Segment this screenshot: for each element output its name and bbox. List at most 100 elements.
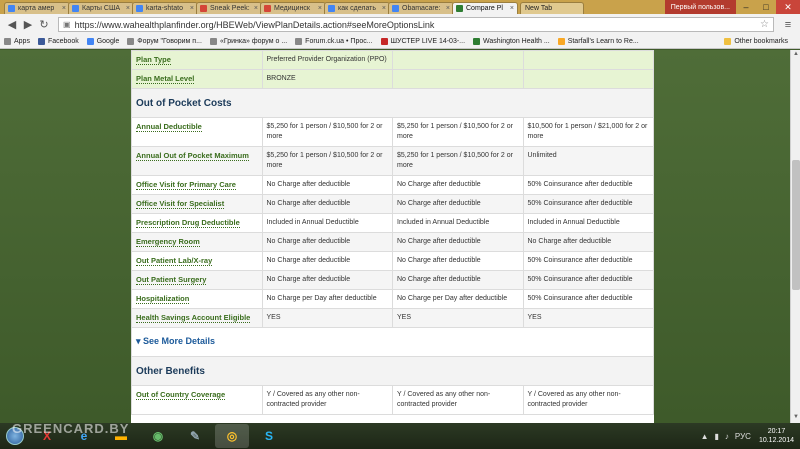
tab-close-icon[interactable]: × [444,5,450,12]
tab-favicon-icon [136,5,143,12]
bookmark-label: «Гринка» форум о ... [219,38,288,45]
bookmark-star-icon[interactable]: ☆ [760,19,769,30]
tab-close-icon[interactable]: × [316,5,322,12]
table-row: Out Patient Lab/X-ray No Charge after ded… [131,251,654,271]
row-label[interactable]: Office Visit for Specialist [131,194,263,214]
row-label[interactable]: Out Patient Surgery [131,270,263,290]
bookmark-item[interactable]: Forum.ck.ua • Прос... [295,38,373,45]
tab-close-icon[interactable]: × [188,5,194,12]
bookmark-item[interactable]: ШУСТЕР LIVE 14-03-... [380,38,465,45]
row-label[interactable]: Annual Deductible [131,117,263,147]
taskbar-ie-icon[interactable]: e [67,424,101,448]
browser-tab[interactable]: Sneak Peek: × [196,2,262,14]
tab-label: как сделать [338,5,377,12]
bookmark-label: Starfall's Learn to Re... [567,38,639,45]
taskbar-media-icon[interactable]: ◉ [141,424,175,448]
row-label[interactable]: Office Visit for Primary Care [131,175,263,195]
scrollbar-thumb[interactable] [792,160,800,290]
taskbar-tool-icon[interactable]: ✎ [178,424,212,448]
taskbar-chrome-icon[interactable]: ◎ [215,424,249,448]
tab-close-icon[interactable]: × [124,5,130,12]
bookmark-item[interactable]: Facebook [37,38,79,45]
tray-arrow-icon[interactable]: ▲ [701,432,709,441]
user-notice[interactable]: Первый пользов... [664,0,736,14]
tray-network-icon[interactable]: ▮ [715,432,719,441]
row-label[interactable]: Annual Out of Pocket Maximum [131,146,263,176]
clock[interactable]: 20:17 10.12.2014 [759,427,794,445]
forward-icon[interactable]: ▶ [20,17,36,33]
bookmark-item[interactable]: Apps [4,38,30,45]
secure-icon: ▣ [63,20,71,29]
tab-close-icon[interactable]: × [252,5,258,12]
plan-cell: YES [522,308,654,328]
see-more-details-link[interactable]: ▾ See More Details [136,336,215,346]
plan-cell: Included in Annual Deductible [392,213,524,233]
plan-cell: Included in Annual Deductible [261,213,393,233]
row-label[interactable]: Hospitalization [131,289,263,309]
browser-tab[interactable]: Медицинск × [260,2,326,14]
row-label[interactable]: Emergency Room [131,232,263,252]
row-label-text: Annual Out of Pocket Maximum [136,151,249,161]
see-more-cell: ▾ See More Details [131,327,654,357]
browser-tab[interactable]: как сделать × [324,2,390,14]
taskbar-app-x-icon[interactable]: X [30,424,64,448]
bookmark-item[interactable]: «Гринка» форум о ... [209,38,288,45]
bookmark-icon [295,38,303,45]
tab-close-icon[interactable]: × [508,5,514,12]
plan-cell: Preferred Provider Organization (PPO) [261,50,393,70]
browser-tab[interactable]: Obamacare: × [388,2,454,14]
table-row: Emergency Room No Charge after deductible… [131,232,654,252]
start-button[interactable] [0,423,30,449]
bookmark-item[interactable]: Starfall's Learn to Re... [557,38,639,45]
bookmark-item[interactable]: Washington Health ... [473,38,550,45]
browser-tab[interactable]: Compare Pl × [452,2,518,14]
browser-tab[interactable]: карта амер × [4,2,70,14]
row-label[interactable]: Out of Country Coverage [131,385,263,415]
close-window-icon[interactable]: ✕ [776,0,800,14]
row-label[interactable]: Health Savings Account Eligible [131,308,263,328]
reload-icon[interactable]: ↻ [36,17,52,33]
folder-icon [724,38,732,45]
clock-time: 20:17 [767,428,786,435]
back-icon[interactable]: ◀ [4,17,20,33]
maximize-icon[interactable]: □ [756,0,776,14]
scroll-down-icon[interactable]: ▼ [792,414,800,422]
table-row: Hospitalization No Charge per Day after d… [131,289,654,309]
bookmark-icon [37,38,45,45]
taskbar-skype-icon[interactable]: S [252,424,286,448]
browser-toolbar: ◀ ▶ ↻ ▣ https://www.wahealthplanfinder.o… [0,14,800,35]
new-tab-label: New Tab [525,5,553,12]
address-bar[interactable]: ▣ https://www.wahealthplanfinder.org/HBE… [58,17,774,32]
plan-cell: 50% Coinsurance after deductible [522,175,654,195]
table-row: Office Visit for Specialist No Charge aft… [131,194,654,214]
browser-tab[interactable]: karta-shtato × [132,2,198,14]
row-label-text: Health Savings Account Eligible [136,313,251,323]
menu-icon[interactable]: ≡ [780,17,796,33]
tab-close-icon[interactable]: × [380,5,386,12]
plan-cell: No Charge after deductible [392,251,524,271]
taskbar-folder-icon[interactable]: ▬ [104,424,138,448]
plan-cell: No Charge after deductible [392,232,524,252]
tab-close-icon[interactable]: × [60,5,66,12]
new-tab[interactable]: New Tab [520,2,584,14]
plan-cell: No Charge after deductible [392,270,524,290]
plan-cell: No Charge per Day after deductible [392,289,524,309]
bookmark-item[interactable]: Форум "Говорим п... [127,38,202,45]
table-row: Annual Out of Pocket Maximum $5,250 for 1… [131,146,654,176]
minimize-icon[interactable]: – [736,0,756,14]
scrollbar[interactable]: ▲ ▼ [790,50,800,423]
bookmark-icon [557,38,565,45]
scroll-up-icon[interactable]: ▲ [792,51,800,59]
row-label[interactable]: Plan Type [131,50,263,70]
browser-tab[interactable]: Карты США × [68,2,134,14]
other-bookmarks[interactable]: Other bookmarks [724,38,788,45]
bookmark-item[interactable]: Google [86,38,119,45]
tray-volume-icon[interactable]: ♪ [725,432,729,441]
plan-cell: 50% Coinsurance after deductible [522,194,654,214]
row-label[interactable]: Out Patient Lab/X-ray [131,251,263,271]
row-label[interactable]: Prescription Drug Deductible [131,213,263,233]
language-indicator[interactable]: РУС [735,432,751,441]
row-label[interactable]: Plan Metal Level [131,69,263,89]
bookmark-icon [86,38,94,45]
row-label-text: Out Patient Lab/X-ray [136,256,213,266]
